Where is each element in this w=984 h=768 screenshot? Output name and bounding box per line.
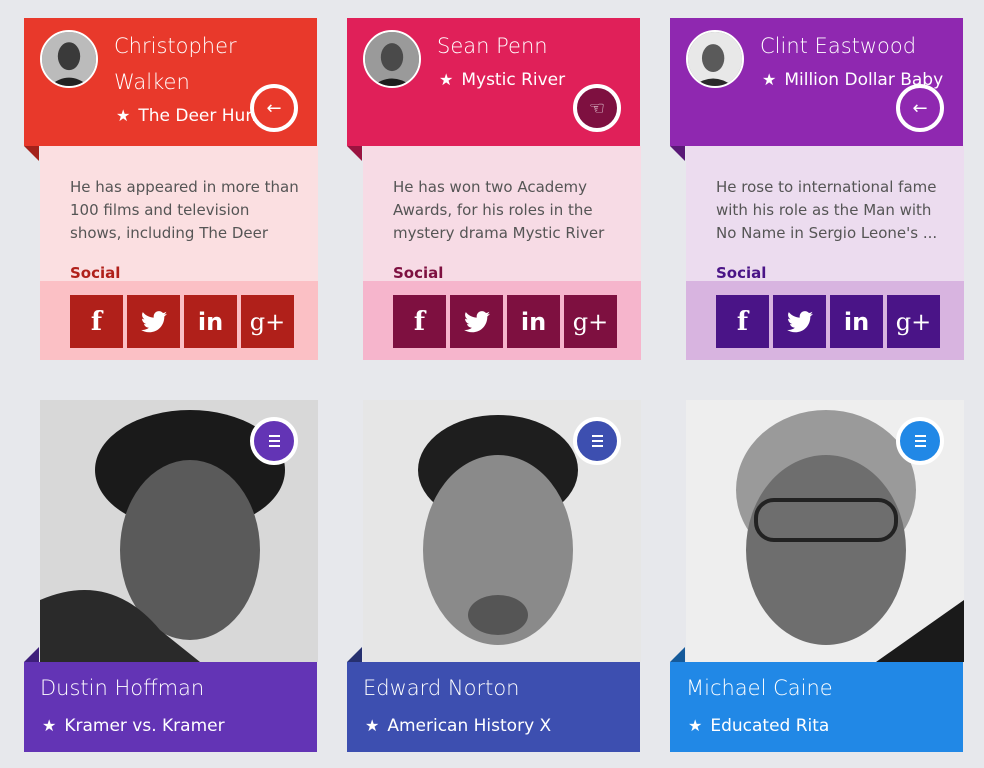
facebook-button[interactable]: f <box>393 295 446 348</box>
footer-fold <box>24 647 39 662</box>
facebook-icon: f <box>90 306 103 337</box>
google-plus-icon: g+ <box>572 307 609 336</box>
flip-back-button[interactable]: ← <box>896 84 944 132</box>
google-plus-icon: g+ <box>249 307 286 336</box>
actor-name: Edward Norton <box>363 676 520 700</box>
social-title: Social <box>716 264 767 282</box>
footer-fold <box>347 647 362 662</box>
social-bar: f in g+ <box>40 281 318 360</box>
menu-icon <box>591 435 603 447</box>
avatar <box>363 30 421 88</box>
hand-cursor-icon: ☜ <box>588 97 606 119</box>
arrow-left-icon: ← <box>266 97 282 119</box>
actor-card-norton: Edward Norton ★ American History X <box>347 400 641 752</box>
linkedin-button[interactable]: in <box>830 295 883 348</box>
twitter-button[interactable] <box>773 295 826 348</box>
flip-back-button[interactable]: ← <box>250 84 298 132</box>
card-body: He has appeared in more than 100 films a… <box>40 146 318 282</box>
card-body: He rose to international fame with his r… <box>686 146 964 282</box>
social-title: Social <box>70 264 121 282</box>
twitter-icon <box>140 310 167 332</box>
card-footer: Dustin Hoffman ★ Kramer vs. Kramer <box>24 662 317 752</box>
flip-back-button[interactable]: ☜ <box>573 84 621 132</box>
twitter-icon <box>463 310 490 332</box>
actor-description: He rose to international fame with his r… <box>716 178 938 242</box>
facebook-icon: f <box>736 306 749 337</box>
twitter-button[interactable] <box>127 295 180 348</box>
star-icon: ★ <box>42 716 57 735</box>
google-plus-button[interactable]: g+ <box>241 295 294 348</box>
facebook-icon: f <box>413 306 426 337</box>
actor-description: He has won two Academy Awards, for his r… <box>393 178 605 242</box>
card-header: Christopher Walken ★ The Deer Hunter ← <box>24 18 317 146</box>
google-plus-icon: g+ <box>895 307 932 336</box>
linkedin-icon: in <box>520 307 547 336</box>
actor-name: Clint Eastwood <box>760 34 917 58</box>
star-icon: ★ <box>688 716 703 735</box>
linkedin-button[interactable]: in <box>507 295 560 348</box>
menu-icon <box>914 435 926 447</box>
actor-movie: ★ Educated Rita <box>688 716 829 736</box>
card-header: Clint Eastwood ★ Million Dollar Baby ← <box>670 18 963 146</box>
actor-name: Dustin Hoffman <box>40 676 205 700</box>
menu-button[interactable] <box>250 417 298 465</box>
actor-movie: ★ Kramer vs. Kramer <box>42 716 225 736</box>
facebook-button[interactable]: f <box>716 295 769 348</box>
facebook-button[interactable]: f <box>70 295 123 348</box>
movie-title: Mystic River <box>461 70 566 90</box>
actor-card-hoffman: Dustin Hoffman ★ Kramer vs. Kramer <box>24 400 318 752</box>
actor-card-caine: Michael Caine ★ Educated Rita <box>670 400 964 752</box>
actor-description: He has appeared in more than 100 films a… <box>70 178 299 242</box>
header-fold <box>347 146 362 161</box>
avatar <box>686 30 744 88</box>
social-bar: f in g+ <box>363 281 641 360</box>
social-title: Social <box>393 264 444 282</box>
google-plus-button[interactable]: g+ <box>564 295 617 348</box>
twitter-button[interactable] <box>450 295 503 348</box>
google-plus-button[interactable]: g+ <box>887 295 940 348</box>
actor-name: Michael Caine <box>686 676 833 700</box>
card-header: Sean Penn ★ Mystic River ☜ <box>347 18 640 146</box>
actor-movie: ★ American History X <box>365 716 551 736</box>
header-fold <box>24 146 39 161</box>
menu-button[interactable] <box>896 417 944 465</box>
card-body: He has won two Academy Awards, for his r… <box>363 146 641 282</box>
card-footer: Edward Norton ★ American History X <box>347 662 640 752</box>
movie-title: Educated Rita <box>710 716 830 736</box>
avatar <box>40 30 98 88</box>
actor-name: Sean Penn <box>437 34 548 58</box>
footer-fold <box>670 647 685 662</box>
star-icon: ★ <box>365 716 380 735</box>
movie-title: Kramer vs. Kramer <box>64 716 225 736</box>
movie-title: American History X <box>387 716 552 736</box>
linkedin-button[interactable]: in <box>184 295 237 348</box>
card-footer: Michael Caine ★ Educated Rita <box>670 662 963 752</box>
menu-button[interactable] <box>573 417 621 465</box>
arrow-left-icon: ← <box>912 97 928 119</box>
twitter-icon <box>786 310 813 332</box>
star-icon: ★ <box>439 70 454 89</box>
star-icon: ★ <box>762 70 777 89</box>
menu-icon <box>268 435 280 447</box>
header-fold <box>670 146 685 161</box>
social-bar: f in g+ <box>686 281 964 360</box>
linkedin-icon: in <box>197 307 224 336</box>
star-icon: ★ <box>116 106 131 125</box>
linkedin-icon: in <box>843 307 870 336</box>
